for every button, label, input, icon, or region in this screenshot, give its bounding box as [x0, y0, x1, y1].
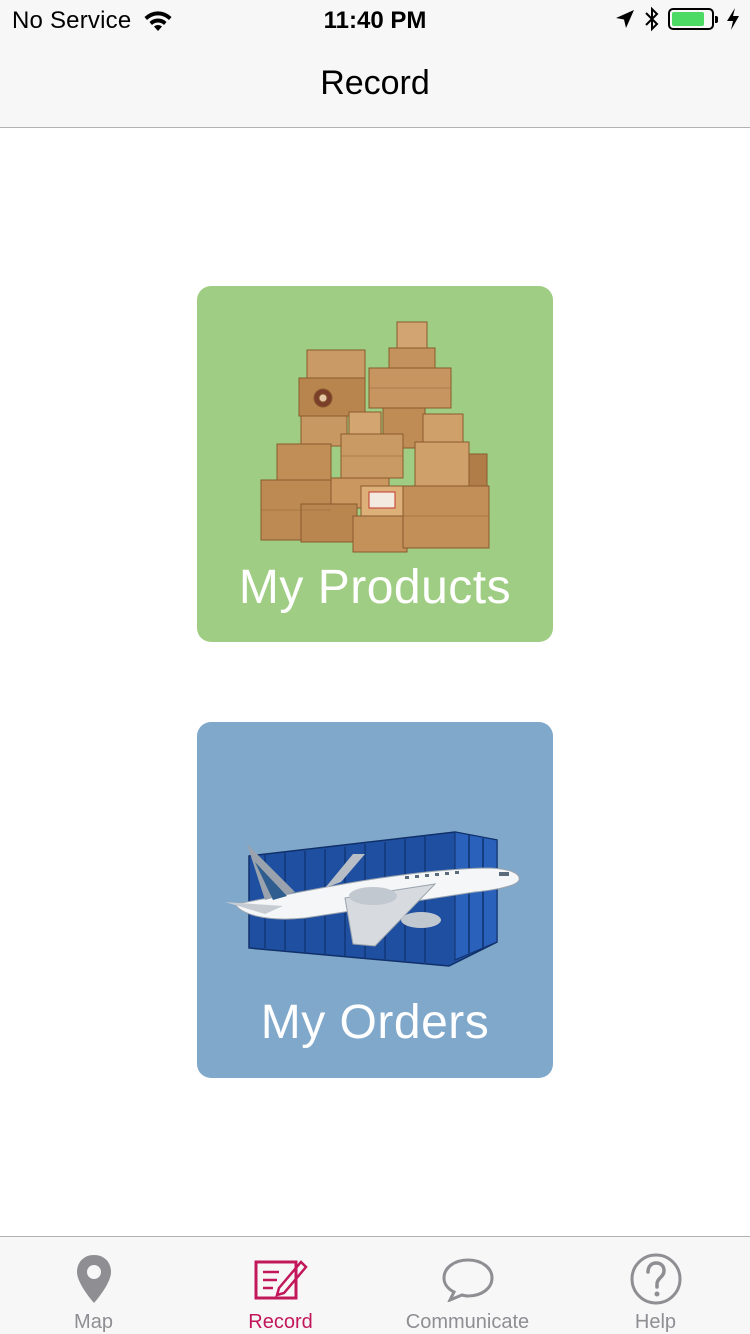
bluetooth-icon [645, 6, 659, 32]
battery-level [672, 12, 705, 26]
tab-communicate[interactable]: Communicate [374, 1237, 561, 1334]
tab-label: Record [248, 1311, 313, 1333]
chat-bubble-icon [440, 1251, 496, 1307]
page-title: Record [320, 64, 430, 102]
charging-bolt-icon [727, 8, 739, 30]
battery-indicator [668, 8, 718, 30]
tab-map[interactable]: Map [0, 1237, 187, 1334]
my-orders-card[interactable]: My Orders [197, 722, 553, 1078]
top-bar: No Service 11:40 PM Record [0, 0, 750, 128]
my-products-card[interactable]: My Products [197, 286, 553, 642]
map-pin-icon [66, 1251, 122, 1307]
status-bar: No Service 11:40 PM [0, 0, 750, 40]
status-right [614, 6, 740, 32]
my-products-label: My Products [238, 561, 512, 614]
tab-record[interactable]: Record [187, 1237, 374, 1334]
my-orders-label: My Orders [260, 996, 490, 1049]
airplane-container-illustration [225, 831, 520, 967]
cardboard-boxes-illustration [260, 321, 490, 553]
help-question-icon [628, 1251, 684, 1307]
tab-bar: Map Record Communicate Help [0, 1236, 750, 1334]
tab-label: Map [74, 1311, 113, 1333]
location-arrow-icon [616, 10, 634, 28]
tab-label: Communicate [405, 1311, 530, 1333]
record-edit-icon [253, 1251, 309, 1307]
tab-label: Help [634, 1311, 677, 1333]
app-screen: No Service 11:40 PM Record My Products M… [0, 0, 750, 1334]
tab-help[interactable]: Help [562, 1237, 749, 1334]
